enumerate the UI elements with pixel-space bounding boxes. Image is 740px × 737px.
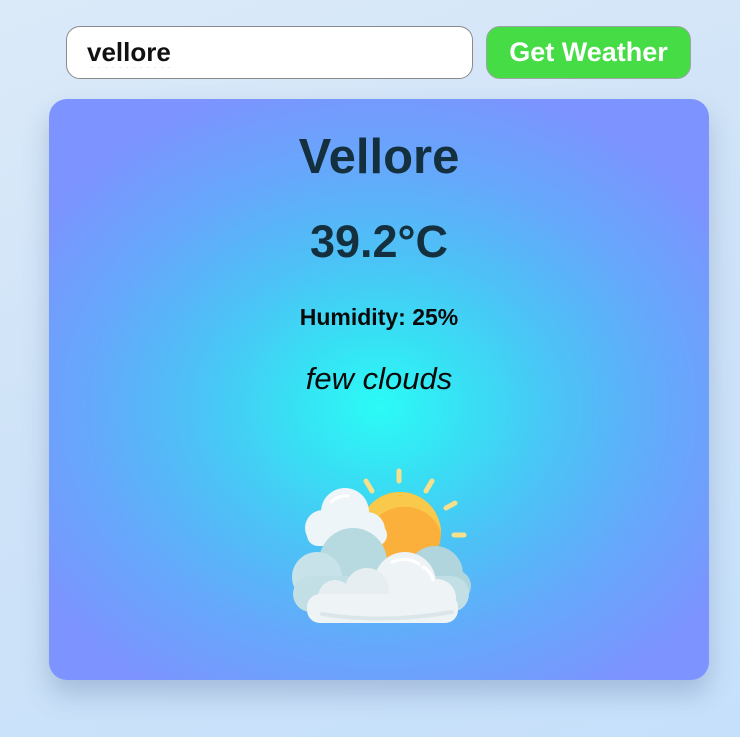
temperature: 39.2°C [309,216,449,267]
few-clouds-icon [292,468,471,623]
humidity: Humidity: 25% [299,304,459,330]
city-search-input[interactable] [66,26,473,79]
weather-card: Vellore 39.2°C Humidity: 25% few clouds [49,99,709,680]
city-name: Vellore [298,130,460,184]
weather-description: few clouds [305,361,453,396]
get-weather-button[interactable]: Get Weather [486,26,691,79]
